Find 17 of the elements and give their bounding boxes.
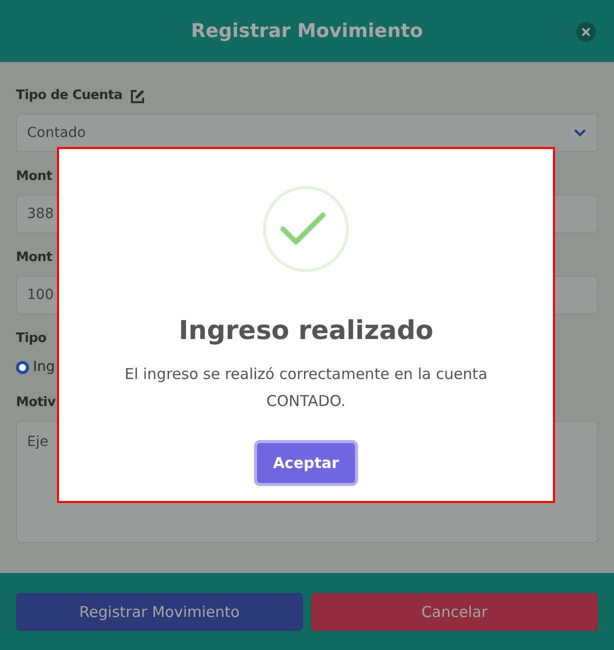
- alert-message: El ingreso se realizó correctamente en la cuenta CONTADO.: [124, 364, 488, 412]
- field-label: Tipo de Cuenta: [16, 87, 122, 106]
- alert-title: Ingreso realizado: [178, 316, 434, 348]
- field-label: Mont: [16, 168, 52, 186]
- submit-button[interactable]: Registrar Movimiento: [16, 593, 303, 631]
- chevron-down-icon: [573, 128, 587, 138]
- edit-icon[interactable]: [130, 88, 146, 104]
- field-label: Tipo: [16, 330, 46, 348]
- cancel-button[interactable]: Cancelar: [311, 593, 598, 631]
- success-check-icon: [263, 186, 349, 272]
- field-label: Mont: [16, 249, 52, 268]
- accept-button[interactable]: Aceptar: [254, 440, 358, 486]
- dialog-title: Registrar Movimiento: [191, 20, 423, 42]
- field-label: Motiv: [16, 394, 56, 412]
- close-icon[interactable]: [576, 22, 596, 42]
- radio-label[interactable]: Ing: [33, 356, 55, 378]
- radio-button[interactable]: [16, 360, 29, 374]
